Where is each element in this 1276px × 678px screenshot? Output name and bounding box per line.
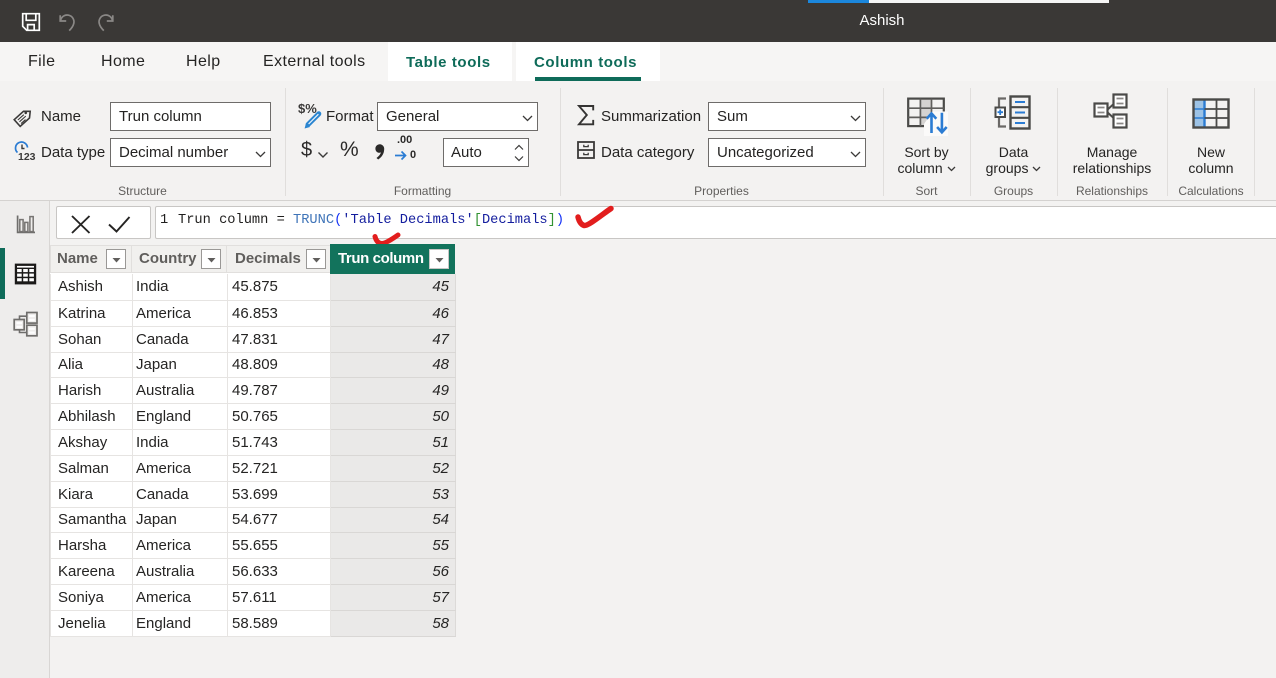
svg-text:123: 123 — [18, 151, 36, 163]
